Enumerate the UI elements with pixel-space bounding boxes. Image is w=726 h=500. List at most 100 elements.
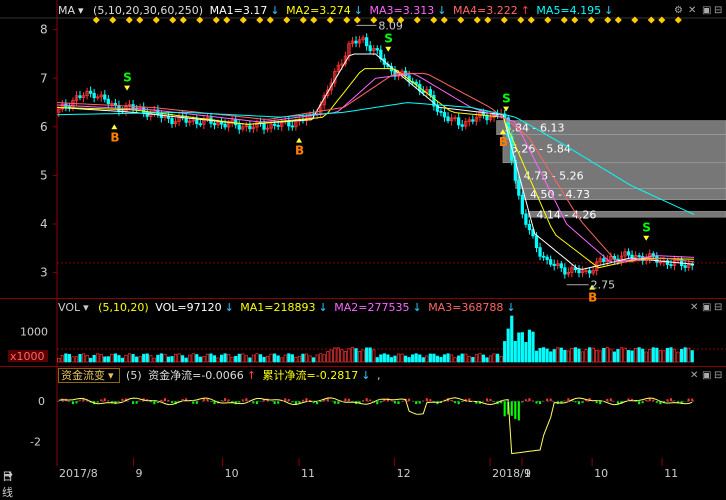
flow-bar bbox=[224, 398, 226, 401]
candle-body bbox=[365, 38, 367, 46]
volume-bar bbox=[564, 350, 566, 362]
candle-body bbox=[263, 124, 265, 130]
candle-body bbox=[89, 91, 91, 93]
flow-bar bbox=[550, 399, 552, 402]
volume-bar bbox=[188, 355, 190, 362]
signal-s: S bbox=[642, 221, 651, 235]
volume-bar bbox=[114, 354, 116, 362]
candle-body bbox=[525, 214, 527, 224]
flow-bar bbox=[164, 398, 166, 401]
volume-bar bbox=[351, 348, 353, 362]
volume-bar bbox=[348, 349, 350, 362]
y-tick-label: 7 bbox=[40, 71, 48, 85]
volume-bar bbox=[595, 350, 597, 362]
candle-body bbox=[291, 126, 293, 127]
flow-bar bbox=[369, 400, 371, 402]
volume-bar bbox=[433, 354, 435, 362]
volume-bar bbox=[532, 332, 534, 362]
volume-bar bbox=[341, 350, 343, 362]
candle-body bbox=[429, 90, 431, 96]
volume-bar bbox=[401, 354, 403, 362]
volume-bar bbox=[312, 358, 314, 362]
volume-profile-label: 5.26 - 5.84 bbox=[511, 143, 571, 156]
volume-bar bbox=[687, 348, 689, 362]
volume-bar bbox=[656, 348, 658, 362]
volume-bar bbox=[521, 333, 523, 362]
volume-bar bbox=[599, 351, 601, 362]
y-tick-label: 3 bbox=[40, 266, 48, 280]
flow-bar bbox=[610, 398, 612, 401]
volume-bar bbox=[185, 358, 187, 362]
volume-bar bbox=[298, 356, 300, 362]
signal-arrow-icon bbox=[503, 107, 509, 112]
volume-bar bbox=[588, 348, 590, 362]
candle-body bbox=[457, 118, 459, 125]
volume-bar bbox=[666, 348, 668, 362]
volume-bar bbox=[259, 355, 261, 362]
volume-bar bbox=[125, 355, 127, 362]
volume-bar bbox=[372, 350, 374, 362]
volume-bar bbox=[146, 354, 148, 362]
candle-body bbox=[199, 124, 201, 125]
volume-bar bbox=[181, 356, 183, 362]
volume-bar bbox=[397, 354, 399, 362]
volume-bar bbox=[677, 352, 679, 362]
candle-body bbox=[213, 123, 215, 125]
volume-bar bbox=[199, 357, 201, 362]
volume-bar bbox=[418, 355, 420, 362]
volume-bar bbox=[567, 351, 569, 362]
x-tick: 11 bbox=[664, 467, 678, 480]
volume-bar bbox=[89, 358, 91, 362]
volume-bar bbox=[75, 357, 77, 362]
x-tick: 12 bbox=[397, 467, 411, 480]
volume-bar bbox=[663, 351, 665, 362]
volume-bar bbox=[234, 356, 236, 362]
volume-bar bbox=[408, 357, 410, 362]
candle-body bbox=[376, 48, 378, 50]
volume-bar bbox=[514, 341, 516, 362]
volume-bar bbox=[344, 351, 346, 362]
volume-bar bbox=[245, 356, 247, 362]
signal-s: S bbox=[502, 92, 511, 106]
candle-body bbox=[546, 257, 548, 260]
volume-bar bbox=[82, 354, 84, 362]
volume-bar bbox=[337, 348, 339, 362]
candle-body bbox=[472, 120, 474, 121]
volume-bar bbox=[167, 357, 169, 362]
volume-bar bbox=[429, 354, 431, 362]
volume-bar bbox=[457, 356, 459, 362]
volume-bar bbox=[86, 355, 88, 362]
candle-body bbox=[560, 264, 562, 268]
candle-body bbox=[104, 95, 106, 99]
volume-bar bbox=[263, 357, 265, 362]
volume-bar bbox=[670, 348, 672, 362]
volume-bar bbox=[192, 354, 194, 362]
volume-bar bbox=[270, 354, 272, 362]
flow-bar bbox=[334, 401, 336, 404]
candle-body bbox=[185, 118, 187, 123]
flow-line bbox=[59, 398, 692, 454]
candle-body bbox=[369, 46, 371, 51]
volume-bar bbox=[443, 355, 445, 362]
candle-body bbox=[443, 112, 445, 117]
candle-body bbox=[588, 271, 590, 273]
candle-body bbox=[539, 248, 541, 257]
volume-bar bbox=[422, 358, 424, 362]
candle-body bbox=[564, 268, 566, 274]
candle-body bbox=[535, 236, 537, 248]
flow-bar bbox=[645, 400, 647, 401]
volume-bar bbox=[100, 354, 102, 362]
flow-bar bbox=[429, 399, 431, 401]
candle-body bbox=[528, 224, 530, 229]
volume-bar bbox=[65, 354, 67, 362]
x-tick: 10 bbox=[594, 467, 608, 480]
volume-bar bbox=[319, 354, 321, 362]
volume-bar bbox=[196, 355, 198, 362]
volume-bar bbox=[634, 348, 636, 362]
volume-bar bbox=[224, 354, 226, 362]
period-arrow-icon: ➜ bbox=[4, 468, 13, 481]
stock-chart[interactable]: 8765435.84 - 6.135.26 - 5.844.73 - 5.264… bbox=[0, 0, 726, 466]
volume-bar bbox=[326, 351, 328, 362]
volume-bar bbox=[139, 357, 141, 362]
volume-bar bbox=[535, 351, 537, 362]
